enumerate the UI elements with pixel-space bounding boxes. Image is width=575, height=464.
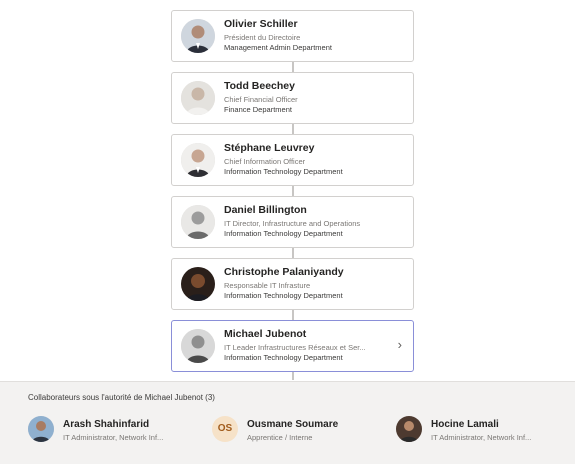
report-title: IT Administrator, Network Inf... [431, 433, 532, 442]
person-photo-icon [181, 143, 215, 177]
person-photo-icon [396, 416, 422, 442]
report-name: Ousmane Soumare [247, 419, 339, 430]
person-photo-icon [28, 416, 54, 442]
initials-avatar: OS [212, 416, 238, 442]
org-card-christophe-palaniyandy[interactable]: Christophe Palaniyandy Responsable IT In… [171, 258, 414, 310]
person-name: Stéphane Leuvrey [224, 142, 315, 154]
report-ousmane-soumare[interactable]: OS Ousmane Soumare Apprentice / Interne [212, 416, 382, 450]
person-title: Président du Directoire [224, 33, 301, 42]
avatar [181, 143, 215, 177]
avatar [396, 416, 422, 442]
person-department: Information Technology Department [224, 353, 343, 362]
avatar [28, 416, 54, 442]
org-card-todd-beechey[interactable]: Todd Beechey Chief Financial Officer Fin… [171, 72, 414, 124]
chevron-right-icon[interactable]: › [398, 338, 402, 351]
person-photo-icon [181, 19, 215, 53]
avatar [181, 267, 215, 301]
org-card-michael-jubenot[interactable]: Michael Jubenot IT Leader Infrastructure… [171, 320, 414, 372]
avatar [181, 19, 215, 53]
person-name: Christophe Palaniyandy [224, 266, 344, 278]
person-name: Daniel Billington [224, 204, 307, 216]
person-title: IT Director, Infrastructure and Operatio… [224, 219, 361, 228]
person-department: Information Technology Department [224, 229, 343, 238]
org-card-stephane-leuvrey[interactable]: Stéphane Leuvrey Chief Information Offic… [171, 134, 414, 186]
report-name: Arash Shahinfarid [63, 419, 150, 430]
direct-reports-panel: Collaborateurs sous l'autorité de Michae… [0, 381, 575, 464]
avatar [181, 329, 215, 363]
org-card-daniel-billington[interactable]: Daniel Billington IT Director, Infrastru… [171, 196, 414, 248]
person-title: Responsable IT Infrasture [224, 281, 311, 290]
report-title: Apprentice / Interne [247, 433, 313, 442]
person-name: Olivier Schiller [224, 18, 298, 30]
person-photo-icon [181, 205, 215, 239]
person-photo-icon [181, 81, 215, 115]
report-name: Hocine Lamali [431, 419, 499, 430]
person-title: Chief Financial Officer [224, 95, 298, 104]
direct-reports-heading: Collaborateurs sous l'autorité de Michae… [28, 393, 215, 402]
person-name: Todd Beechey [224, 80, 295, 92]
person-title: Chief Information Officer [224, 157, 306, 166]
report-hocine-lamali[interactable]: Hocine Lamali IT Administrator, Network … [396, 416, 566, 450]
org-card-olivier-schiller[interactable]: Olivier Schiller Président du Directoire… [171, 10, 414, 62]
person-department: Management Admin Department [224, 43, 332, 52]
avatar [181, 81, 215, 115]
avatar [181, 205, 215, 239]
person-photo-icon [181, 329, 215, 363]
report-title: IT Administrator, Network Inf... [63, 433, 164, 442]
person-photo-icon [181, 267, 215, 301]
person-department: Information Technology Department [224, 291, 343, 300]
report-arash-shahinfarid[interactable]: Arash Shahinfarid IT Administrator, Netw… [28, 416, 198, 450]
person-name: Michael Jubenot [224, 328, 307, 340]
person-department: Finance Department [224, 105, 292, 114]
person-department: Information Technology Department [224, 167, 343, 176]
person-title: IT Leader Infrastructures Réseaux et Ser… [224, 343, 366, 352]
